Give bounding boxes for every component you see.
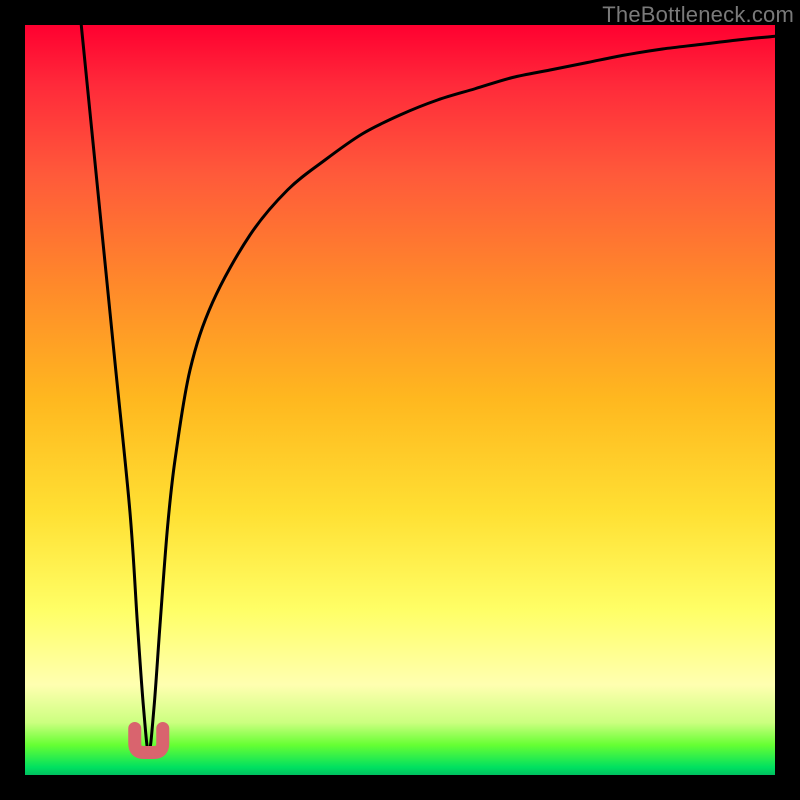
optimal-point-marker: [135, 729, 163, 753]
chart-frame: [25, 25, 775, 775]
chart-svg: [25, 25, 775, 775]
bottleneck-curve: [81, 25, 775, 753]
watermark-text: TheBottleneck.com: [602, 2, 794, 28]
